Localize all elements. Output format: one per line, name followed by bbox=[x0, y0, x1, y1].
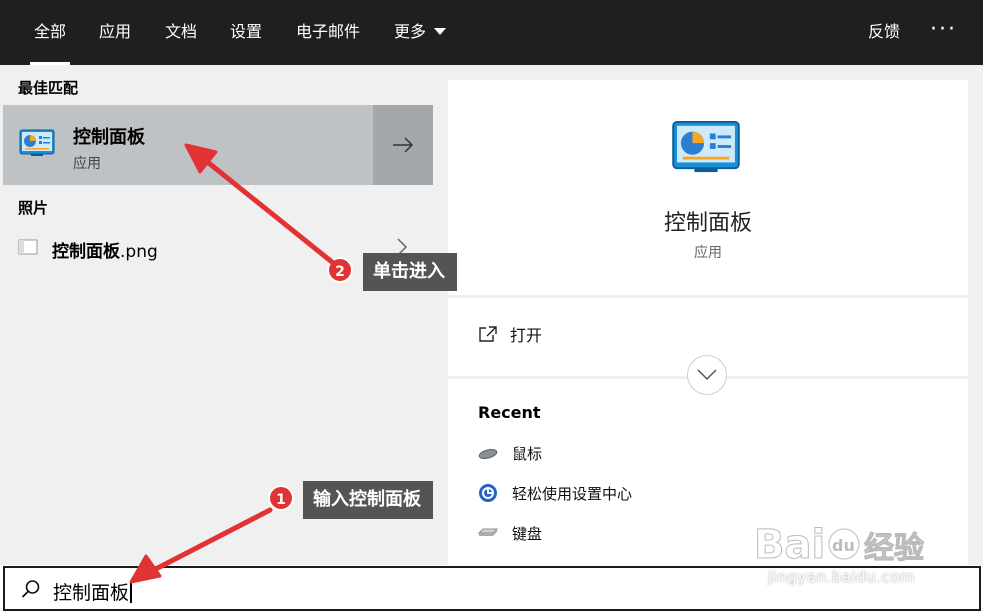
photo-file-name: 控制面板.png bbox=[52, 237, 158, 262]
search-input-value: 控制面板 bbox=[53, 582, 130, 604]
image-file-icon bbox=[18, 239, 38, 255]
details-pane: 控制面板 应用 打开 Recent 鼠标 轻松使用设置中心 键盘 bbox=[433, 65, 983, 565]
annotation-step1-label: 输入控制面板 bbox=[303, 481, 433, 519]
best-match-row[interactable]: 控制面板 应用 bbox=[3, 105, 433, 185]
arrow-right-icon bbox=[393, 137, 414, 153]
watermark-url: jingyan.baidu.com bbox=[768, 568, 915, 586]
chevron-down-icon bbox=[434, 28, 447, 35]
annotation-step2-badge: 2 bbox=[327, 257, 353, 283]
app-subtitle: 应用 bbox=[694, 245, 722, 261]
search-input[interactable]: 控制面板 bbox=[53, 578, 133, 605]
open-action[interactable]: 打开 bbox=[478, 322, 542, 346]
photos-heading: 照片 bbox=[18, 199, 49, 217]
feedback-button[interactable]: 反馈 bbox=[864, 0, 904, 65]
tab-more-label: 更多 bbox=[394, 22, 427, 41]
recent-item-mouse[interactable]: 鼠标 bbox=[478, 441, 542, 465]
chevron-down-icon bbox=[697, 369, 717, 381]
recent-item-label: 轻松使用设置中心 bbox=[512, 484, 633, 503]
expand-button[interactable] bbox=[687, 355, 727, 395]
annotation-step2-label: 单击进入 bbox=[363, 253, 457, 291]
open-details-button[interactable] bbox=[373, 105, 433, 185]
best-match-subtitle: 应用 bbox=[73, 156, 101, 172]
control-panel-icon-large bbox=[672, 120, 740, 173]
best-match-heading: 最佳匹配 bbox=[18, 79, 79, 97]
best-match-item[interactable]: 控制面板 应用 bbox=[3, 105, 371, 185]
photo-name-bold: 控制面板 bbox=[52, 242, 120, 262]
top-nav-bar: 全部 应用 文档 设置 电子邮件 更多 反馈 ··· bbox=[0, 0, 983, 65]
tab-documents[interactable]: 文档 bbox=[161, 0, 201, 65]
best-match-title: 控制面板 bbox=[73, 127, 145, 148]
tab-more[interactable]: 更多 bbox=[390, 0, 450, 65]
mouse-icon bbox=[478, 448, 498, 460]
recent-item-label: 鼠标 bbox=[512, 444, 543, 463]
control-panel-icon bbox=[19, 129, 55, 156]
tab-all[interactable]: 全部 bbox=[30, 0, 71, 65]
app-title: 控制面板 bbox=[663, 211, 752, 236]
ease-of-access-icon bbox=[479, 484, 497, 502]
open-external-icon bbox=[479, 326, 497, 342]
tab-apps[interactable]: 应用 bbox=[95, 0, 135, 65]
svg-text:du: du bbox=[832, 536, 855, 555]
tab-email[interactable]: 电子邮件 bbox=[292, 0, 364, 65]
keyboard-icon bbox=[478, 528, 498, 536]
more-options-button[interactable]: ··· bbox=[930, 0, 957, 65]
recent-item-ease-of-access[interactable]: 轻松使用设置中心 bbox=[478, 481, 632, 505]
recent-heading: Recent bbox=[478, 403, 541, 422]
photo-name-ext: .png bbox=[120, 242, 158, 262]
tab-settings[interactable]: 设置 bbox=[226, 0, 266, 65]
text-caret bbox=[130, 581, 133, 603]
open-label: 打开 bbox=[510, 326, 543, 345]
app-preview-card: 控制面板 应用 bbox=[448, 80, 968, 295]
recent-item-keyboard[interactable]: 键盘 bbox=[478, 521, 542, 545]
recent-item-label: 键盘 bbox=[512, 524, 543, 543]
svg-text:Bai: Bai bbox=[754, 522, 825, 568]
svg-text:经验: 经验 bbox=[864, 531, 924, 566]
annotation-step1-badge: 1 bbox=[268, 485, 294, 511]
search-icon bbox=[21, 580, 40, 598]
